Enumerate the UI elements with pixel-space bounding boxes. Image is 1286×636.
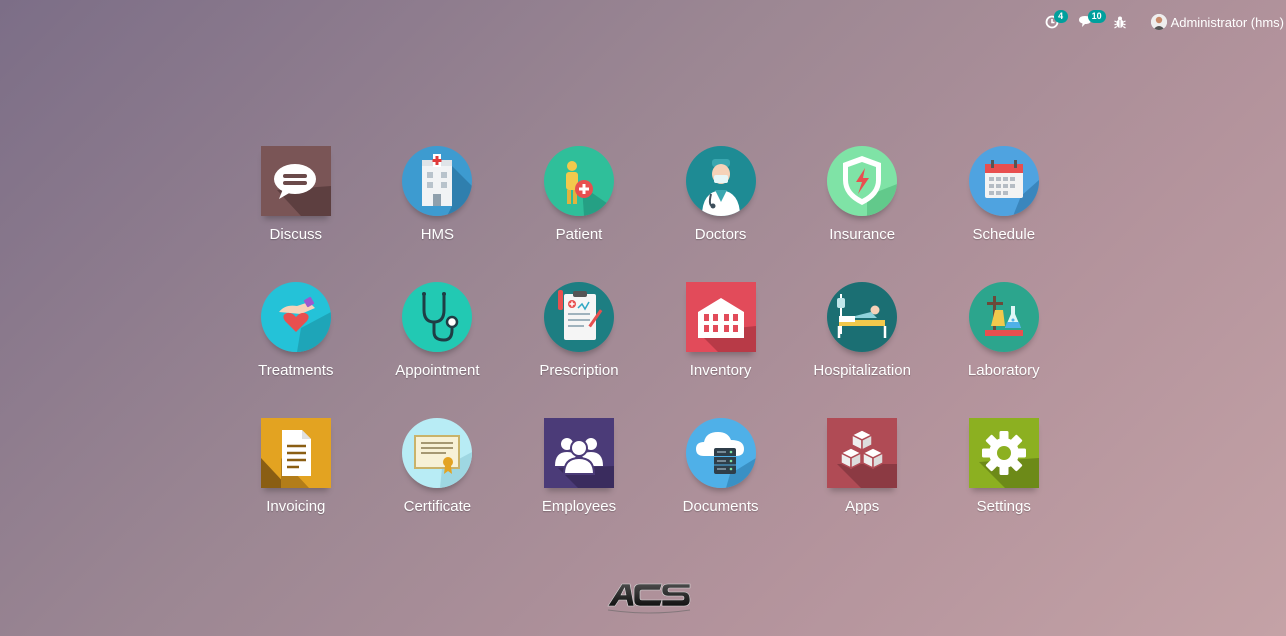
activity-menu[interactable]: 4 [1035,0,1069,44]
app-label: Apps [845,498,880,515]
clipboard-icon [543,282,614,352]
app-treatments[interactable]: Treatments [225,266,367,402]
app-grid: Discuss HMS Patient Doctors Insurance Sc… [225,130,1075,538]
app-inventory[interactable]: Inventory [650,266,792,402]
app-label: Inventory [689,362,752,379]
app-prescription[interactable]: Prescription [508,266,650,402]
stethoscope-icon [402,282,473,352]
app-documents[interactable]: Documents [650,402,792,538]
bug-icon [1113,16,1126,29]
lab-flask-icon [968,282,1039,352]
cubes-icon [827,418,898,488]
app-label: Documents [682,498,759,515]
app-appointment[interactable]: Appointment [367,266,509,402]
doctor-icon [685,146,756,216]
chat-bubble-icon [260,146,331,216]
avatar [1150,14,1167,30]
app-label: Certificate [403,498,472,515]
messaging-menu[interactable]: 10 [1069,0,1106,44]
app-patient[interactable]: Patient [508,130,650,266]
gear-icon [968,418,1039,488]
app-label: Doctors [694,226,747,243]
user-name: Administrator (hms) [1170,14,1284,30]
app-label: Treatments [258,362,334,379]
debug-menu[interactable] [1103,0,1137,44]
hand-heart-icon [260,282,331,352]
app-doctors[interactable]: Doctors [650,130,792,266]
app-label: Employees [541,498,617,515]
app-label: HMS [420,226,455,243]
company-logo [604,578,694,618]
document-icon [260,418,331,488]
shield-icon [827,146,898,216]
app-schedule[interactable]: Schedule [933,130,1075,266]
app-settings[interactable]: Settings [933,402,1075,538]
app-label: Prescription [539,362,619,379]
app-label: Invoicing [266,498,326,515]
app-laboratory[interactable]: Laboratory [933,266,1075,402]
app-label: Appointment [395,362,480,379]
hospital-building-icon [402,146,473,216]
app-employees[interactable]: Employees [508,402,650,538]
patient-icon [543,146,614,216]
certificate-icon [402,418,473,488]
app-discuss[interactable]: Discuss [225,130,367,266]
hospital-bed-icon [827,282,898,352]
app-certificate[interactable]: Certificate [367,402,509,538]
warehouse-icon [685,282,756,352]
app-invoicing[interactable]: Invoicing [225,402,367,538]
people-icon [543,418,614,488]
user-menu[interactable]: Administrator (hms) [1137,0,1286,44]
calendar-icon [968,146,1039,216]
app-label: Laboratory [967,362,1040,379]
app-label: Insurance [829,226,896,243]
app-label: Settings [976,498,1031,515]
app-label: Hospitalization [813,362,911,379]
app-label: Schedule [972,226,1036,243]
app-hospitalization[interactable]: Hospitalization [791,266,933,402]
cloud-server-icon [685,418,756,488]
app-insurance[interactable]: Insurance [791,130,933,266]
app-hms[interactable]: HMS [367,130,509,266]
app-label: Discuss [269,226,323,243]
app-apps[interactable]: Apps [791,402,933,538]
activity-count-badge: 4 [1053,10,1068,23]
app-label: Patient [555,226,603,243]
systray: 4 10 Administrator (hms) [1035,0,1286,44]
